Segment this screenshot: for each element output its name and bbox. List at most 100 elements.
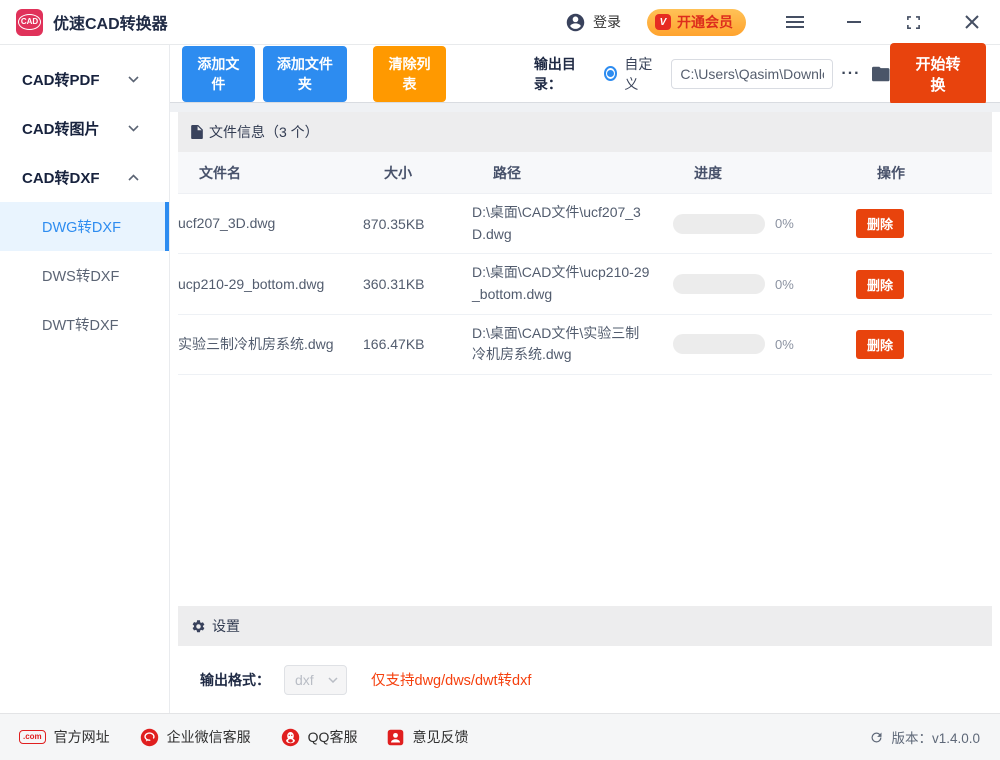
menu-button[interactable] xyxy=(785,12,805,32)
file-size: 870.35KB xyxy=(363,216,472,232)
folder-icon[interactable] xyxy=(872,65,890,83)
output-format-label: 输出格式： xyxy=(200,670,270,690)
official-site-link[interactable]: .com 官方网址 xyxy=(19,727,110,747)
add-file-button[interactable]: 添加文件 xyxy=(182,46,255,102)
output-dir-label: 输出目录： xyxy=(534,54,592,94)
browse-more-button[interactable]: ··· xyxy=(841,65,860,83)
gear-icon xyxy=(191,619,206,634)
app-logo-text: CAD xyxy=(18,14,41,30)
col-progress: 进度 xyxy=(694,163,877,183)
qq-support-link[interactable]: QQ客服 xyxy=(281,727,358,747)
custom-radio[interactable] xyxy=(604,66,617,81)
file-size: 360.31KB xyxy=(363,276,472,292)
sidebar-subitem-label: DWG转DXF xyxy=(42,216,121,237)
sidebar-item-dwg-to-dxf[interactable]: DWG转DXF xyxy=(0,202,169,251)
footer: .com 官方网址 企业微信客服 QQ客服 xyxy=(0,713,1000,760)
delete-button[interactable]: 删除 xyxy=(856,270,904,299)
footer-link-label: 官方网址 xyxy=(54,727,110,747)
maximize-button[interactable] xyxy=(903,12,923,32)
feedback-link[interactable]: 意见反馈 xyxy=(387,727,468,747)
table-row: ucf207_3D.dwg 870.35KB D:\桌面\CAD文件\ucf20… xyxy=(178,194,992,254)
vip-button[interactable]: V 开通会员 xyxy=(647,9,746,36)
file-name: 实验三制冷机房系统.dwg xyxy=(178,334,363,355)
version-label: 版本：v1.4.0.0 xyxy=(891,727,980,747)
output-format-select[interactable]: dxf xyxy=(284,665,347,695)
sidebar-subitem-label: DWS转DXF xyxy=(42,265,119,286)
hamburger-icon xyxy=(786,15,804,29)
progress-value: 0% xyxy=(775,216,794,231)
qq-icon xyxy=(281,728,300,747)
close-button[interactable] xyxy=(962,12,982,32)
settings-title: 设置 xyxy=(212,616,240,636)
sidebar-item-cad-to-image[interactable]: CAD转图片 xyxy=(0,104,169,153)
sidebar-item-cad-to-pdf[interactable]: CAD转PDF xyxy=(0,55,169,104)
sidebar-subitem-label: DWT转DXF xyxy=(42,314,119,335)
refresh-icon[interactable] xyxy=(869,730,884,745)
sidebar-item-cad-to-dxf[interactable]: CAD转DXF xyxy=(0,153,169,202)
titlebar-actions: 登录 V 开通会员 xyxy=(565,9,982,36)
custom-radio-label: 自定义 xyxy=(624,54,659,94)
file-size: 166.47KB xyxy=(363,336,472,352)
settings-bar: 设置 xyxy=(178,606,992,646)
app-title: 优速CAD转换器 xyxy=(53,10,168,34)
app-window: CAD 优速CAD转换器 登录 V 开通会员 xyxy=(0,0,1000,760)
footer-link-label: 企业微信客服 xyxy=(167,727,251,747)
content-area: 添加文件 添加文件夹 清除列表 输出目录： 自定义 ··· 开始转换 文件信 xyxy=(170,45,1000,713)
footer-link-label: 意见反馈 xyxy=(412,727,468,747)
progress-value: 0% xyxy=(775,337,794,352)
wechat-support-link[interactable]: 企业微信客服 xyxy=(140,727,251,747)
sidebar-item-dws-to-dxf[interactable]: DWS转DXF xyxy=(0,251,169,300)
titlebar: CAD 优速CAD转换器 登录 V 开通会员 xyxy=(0,0,1000,45)
delete-button[interactable]: 删除 xyxy=(856,209,904,238)
table-header: 文件名 大小 路径 进度 操作 xyxy=(178,152,992,194)
delete-button[interactable]: 删除 xyxy=(856,330,904,359)
minimize-icon xyxy=(847,20,861,24)
vip-icon: V xyxy=(655,14,671,30)
maximize-icon xyxy=(906,15,921,30)
close-icon xyxy=(965,15,979,29)
login-button[interactable]: 登录 xyxy=(565,12,621,33)
format-support-note: 仅支持dwg/dws/dwt转dxf xyxy=(371,669,531,690)
main-region: CAD转PDF CAD转图片 CAD转DXF DWG转DXF xyxy=(0,45,1000,713)
table-row: 实验三制冷机房系统.dwg 166.47KB D:\桌面\CAD文件\实验三制冷… xyxy=(178,315,992,375)
divider-band xyxy=(170,103,1000,112)
sidebar-group-label: CAD转PDF xyxy=(22,69,100,90)
col-filename: 文件名 xyxy=(199,163,384,183)
app-logo-icon: CAD xyxy=(16,9,43,36)
sidebar-item-dwt-to-dxf[interactable]: DWT转DXF xyxy=(0,300,169,349)
progress-cell: 0% xyxy=(673,334,856,354)
minimize-button[interactable] xyxy=(844,12,864,32)
chevron-down-icon xyxy=(128,76,139,83)
file-path: D:\桌面\CAD文件\ucf207_3D.dwg xyxy=(472,202,673,245)
toolbar: 添加文件 添加文件夹 清除列表 输出目录： 自定义 ··· 开始转换 xyxy=(170,45,1000,103)
progress-cell: 0% xyxy=(673,274,856,294)
file-name: ucf207_3D.dwg xyxy=(178,213,363,234)
add-folder-button[interactable]: 添加文件夹 xyxy=(263,46,347,102)
login-label: 登录 xyxy=(593,12,621,32)
file-path: D:\桌面\CAD文件\实验三制冷机房系统.dwg xyxy=(472,323,673,366)
sidebar-group-label: CAD转DXF xyxy=(22,167,100,188)
vip-label: 开通会员 xyxy=(677,12,733,32)
progress-bar xyxy=(673,334,765,354)
wechat-work-icon xyxy=(140,728,159,747)
output-format-row: 输出格式： dxf 仅支持dwg/dws/dwt转dxf xyxy=(170,646,1000,713)
clear-list-button[interactable]: 清除列表 xyxy=(373,46,446,102)
chevron-down-icon xyxy=(328,677,338,683)
start-convert-button[interactable]: 开始转换 xyxy=(890,43,986,105)
col-action: 操作 xyxy=(877,163,992,183)
output-format-value: dxf xyxy=(295,672,314,688)
sidebar: CAD转PDF CAD转图片 CAD转DXF DWG转DXF xyxy=(0,45,170,713)
version-info: 版本：v1.4.0.0 xyxy=(869,727,980,747)
empty-space xyxy=(170,375,1000,606)
table-row: ucp210-29_bottom.dwg 360.31KB D:\桌面\CAD文… xyxy=(178,254,992,314)
progress-bar xyxy=(673,214,765,234)
chevron-up-icon xyxy=(128,174,139,181)
com-icon: .com xyxy=(19,730,46,744)
file-name: ucp210-29_bottom.dwg xyxy=(178,274,363,295)
user-icon xyxy=(565,12,586,33)
output-path-input[interactable] xyxy=(671,59,833,89)
col-size: 大小 xyxy=(384,163,493,183)
col-path: 路径 xyxy=(493,163,694,183)
progress-bar xyxy=(673,274,765,294)
document-icon xyxy=(191,125,203,139)
